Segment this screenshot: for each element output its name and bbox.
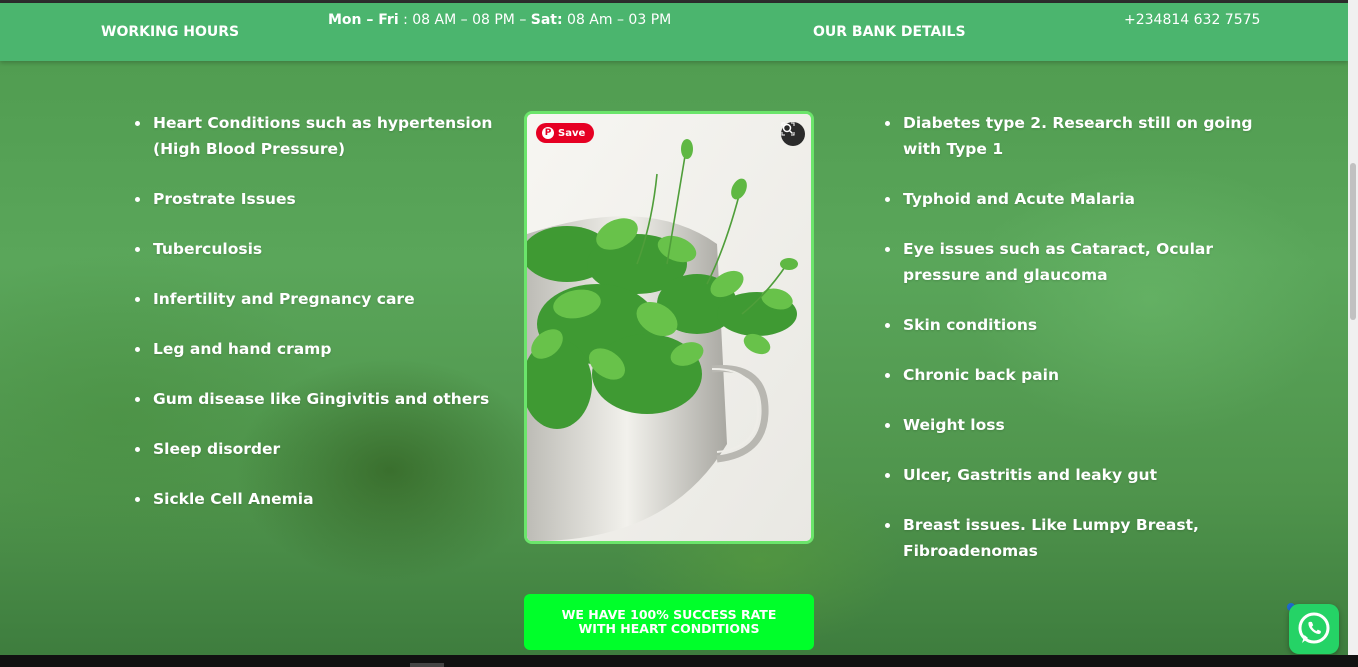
phone-number-link[interactable]: +234814 632 7575 — [1124, 12, 1260, 28]
working-hours-label: WORKING HOURS — [101, 24, 240, 40]
bottom-tab — [410, 663, 444, 667]
list-item: Leg and hand cramp — [135, 336, 505, 362]
herb-photo: P Save — [524, 111, 814, 544]
weekday-label: Mon – Fri — [328, 12, 399, 28]
list-item: Ulcer, Gastritis and leaky gut — [885, 462, 1265, 488]
whatsapp-icon — [1298, 612, 1330, 644]
success-rate-button[interactable]: WE HAVE 100% SUCCESS RATE WITH HEART CON… — [524, 594, 814, 650]
cta-line-2: WITH HEART CONDITIONS — [578, 621, 760, 636]
pinterest-icon: P — [542, 127, 554, 139]
list-item: Diabetes type 2. Research still on going… — [885, 110, 1265, 162]
weekday-hours: : 08 AM – 08 PM – — [398, 12, 531, 28]
list-item: Prostrate Issues — [135, 186, 505, 212]
list-item: Sleep disorder — [135, 436, 505, 462]
conditions-list-left: Heart Conditions such as hypertension (H… — [135, 110, 505, 536]
saturday-hours: 08 Am – 03 PM — [562, 12, 672, 28]
list-item: Eye issues such as Cataract, Ocular pres… — [885, 236, 1265, 288]
herbs-in-colander-image — [527, 114, 811, 541]
working-hours-value: Mon – Fri : 08 AM – 08 PM – Sat: 08 Am –… — [328, 12, 671, 28]
page: WORKING HOURS Mon – Fri : 08 AM – 08 PM … — [0, 0, 1348, 655]
list-item: Heart Conditions such as hypertension (H… — [135, 110, 505, 162]
visual-search-icon[interactable] — [781, 122, 805, 146]
cta-line-1: WE HAVE 100% SUCCESS RATE — [561, 607, 777, 622]
list-item: Chronic back pain — [885, 362, 1265, 388]
info-bar: WORKING HOURS Mon – Fri : 08 AM – 08 PM … — [0, 3, 1348, 61]
list-item: Skin conditions — [885, 312, 1265, 338]
list-item: Typhoid and Acute Malaria — [885, 186, 1265, 212]
list-item: Gum disease like Gingivitis and others — [135, 386, 505, 412]
list-item: Sickle Cell Anemia — [135, 486, 505, 512]
list-item: Tuberculosis — [135, 236, 505, 262]
list-item: Infertility and Pregnancy care — [135, 286, 505, 312]
list-item: Weight loss — [885, 412, 1265, 438]
save-label: Save — [558, 127, 586, 139]
list-item: Breast issues. Like Lumpy Breast, Fibroa… — [885, 512, 1265, 564]
scrollbar-thumb[interactable] — [1350, 163, 1356, 320]
whatsapp-chat-button[interactable] — [1289, 604, 1339, 654]
bottom-bar — [0, 655, 1358, 667]
bank-details-link[interactable]: OUR BANK DETAILS — [813, 24, 966, 40]
conditions-list-right: Diabetes type 2. Research still on going… — [885, 110, 1265, 588]
saturday-label: Sat: — [530, 12, 563, 28]
scrollbar[interactable] — [1348, 0, 1358, 655]
pinterest-save-button[interactable]: P Save — [536, 123, 595, 143]
